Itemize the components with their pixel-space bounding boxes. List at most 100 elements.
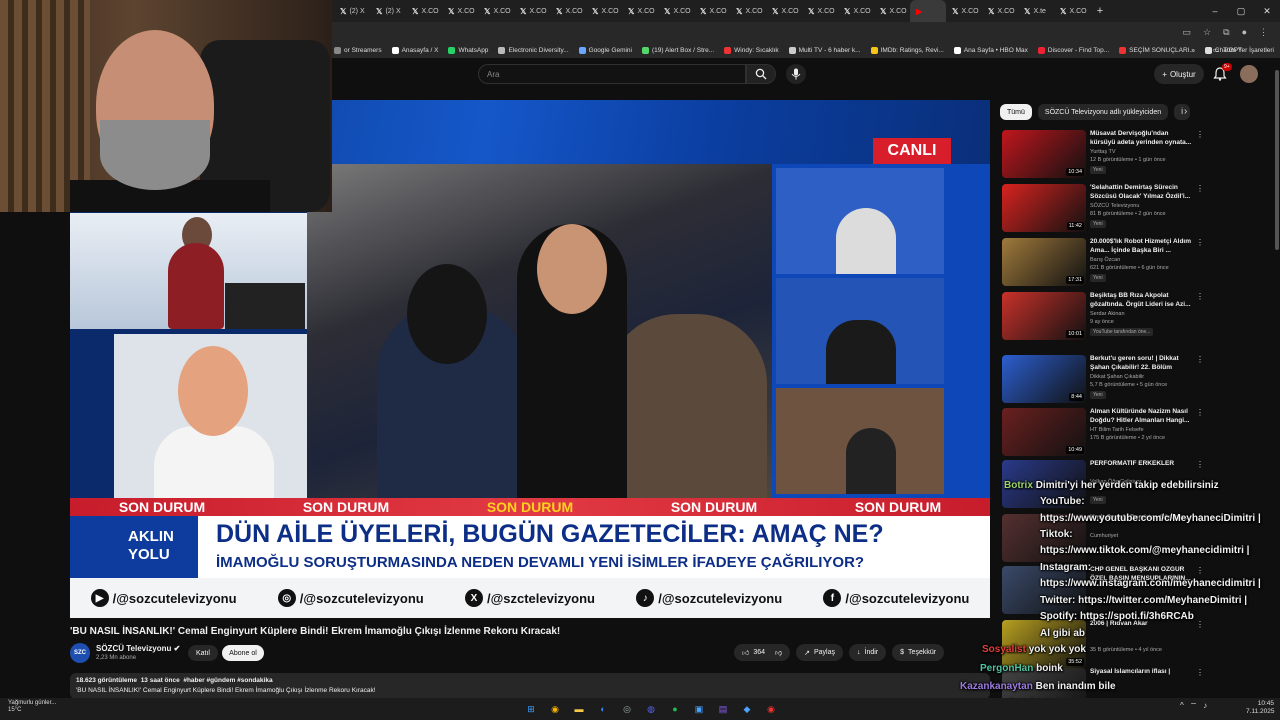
join-button[interactable]: Katıl xyxy=(188,645,218,661)
browser-tab[interactable]: 𝕏 X.CO xyxy=(550,0,586,22)
video-thumbnail[interactable]: 8:44 xyxy=(1002,355,1086,403)
more-options-icon[interactable]: ⋮ xyxy=(1196,184,1204,193)
bookmark-item[interactable]: or Streamers xyxy=(334,46,382,54)
description-box[interactable]: 18.623 görüntüleme 13 saat önce #haber #… xyxy=(70,673,990,699)
extensions-icon[interactable]: ⧉ xyxy=(1223,27,1229,38)
scrollbar-thumb[interactable] xyxy=(1275,70,1279,250)
browser-tab[interactable]: 𝕏 X.CO xyxy=(946,0,982,22)
bookmark-item[interactable]: WhatsApp xyxy=(448,46,488,54)
more-options-icon[interactable]: ⋮ xyxy=(1196,238,1204,247)
browser-tab[interactable]: 𝕏 X.CO xyxy=(982,0,1018,22)
browser-tab[interactable]: 𝕏 X.CO xyxy=(586,0,622,22)
browser-tab[interactable]: 𝕏 X.CO xyxy=(514,0,550,22)
obs-icon[interactable]: ◉ xyxy=(762,700,780,718)
profile-icon[interactable]: ● xyxy=(1242,27,1247,37)
bookmark-item[interactable]: Multi TV - 6 haber k... xyxy=(788,46,861,54)
app-icon[interactable]: ◆ xyxy=(738,700,756,718)
bookmark-item[interactable]: Google Gemini xyxy=(578,46,632,54)
browser-tab[interactable]: 𝕏 X.CO xyxy=(406,0,442,22)
page-scrollbar[interactable] xyxy=(1274,60,1280,698)
channel-name-text[interactable]: SÖZCÜ Televizyonu xyxy=(96,644,171,653)
close-window-button[interactable]: ✕ xyxy=(1254,0,1280,22)
share-button[interactable]: ↗ Paylaş xyxy=(796,644,844,661)
more-options-icon[interactable]: ⋮ xyxy=(1196,292,1204,301)
chevron-right-icon[interactable]: › xyxy=(1184,106,1187,117)
more-options-icon[interactable]: ⋮ xyxy=(1196,130,1204,139)
thumbs-down-icon[interactable]: 👎︎ xyxy=(775,648,782,657)
chevron-up-icon[interactable]: ^ xyxy=(1180,701,1184,711)
bookmark-item[interactable]: Electronic Diversity... xyxy=(498,46,569,54)
network-icon[interactable]: ⌔ xyxy=(1190,701,1198,711)
recommended-video[interactable]: 10:01 Beşiktaş BB Rıza Akpolat gözaltında… xyxy=(1002,292,1204,342)
chip-from-uploader[interactable]: SÖZCÜ Televizyonu adlı yükleyiciden xyxy=(1037,104,1169,120)
chip-all[interactable]: Tümü xyxy=(1000,104,1032,120)
bookmark-item[interactable]: Ana Sayfa • HBO Max xyxy=(953,46,1028,54)
channel-name[interactable]: SÖZCÜ Televizyonu ✔ xyxy=(96,644,180,653)
browser-tab[interactable]: 𝕏 X.te xyxy=(1018,0,1054,22)
file-explorer-icon[interactable]: ▬ xyxy=(570,700,588,718)
download-button[interactable]: ↓ İndir xyxy=(849,644,887,661)
chip-more[interactable]: İ xyxy=(1174,104,1191,120)
account-avatar[interactable] xyxy=(1240,65,1258,83)
weather-widget[interactable]: Yağmurlu günler... 15°C xyxy=(8,700,56,714)
search-button[interactable] xyxy=(746,64,776,84)
new-tab-button[interactable]: + xyxy=(1090,5,1110,17)
browser-tab[interactable]: 𝕏 (2) X xyxy=(370,0,406,22)
bookmark-item[interactable]: IMDb: Ratings, Revi... xyxy=(870,46,944,54)
bookmark-item[interactable]: Anasayfa / X xyxy=(391,46,438,54)
browser-tab[interactable]: 𝕏 X.CO xyxy=(802,0,838,22)
browser-tab[interactable]: 𝕏 X.CO xyxy=(442,0,478,22)
steam-icon[interactable]: ◎ xyxy=(618,700,636,718)
chrome-icon[interactable]: ◉ xyxy=(546,700,564,718)
channel-avatar[interactable]: SZC xyxy=(70,643,90,663)
volume-icon[interactable]: ♪ xyxy=(1203,701,1207,711)
app-icon[interactable]: ▣ xyxy=(690,700,708,718)
browser-tab[interactable]: ▶ xyxy=(910,0,946,22)
all-bookmarks-link[interactable]: Tüm Yer İşaretleri xyxy=(1223,47,1274,54)
recommended-video[interactable]: 10:49 Alman Kültüründe Nazizm Nasıl Doğdu… xyxy=(1002,408,1204,458)
browser-tab[interactable]: 𝕏 X.CO xyxy=(874,0,910,22)
browser-tab[interactable]: 𝕏 X.CO xyxy=(694,0,730,22)
discord-icon[interactable]: ◍ xyxy=(642,700,660,718)
video-thumbnail[interactable]: 10:01 xyxy=(1002,292,1086,340)
video-thumbnail[interactable]: 17:31 xyxy=(1002,238,1086,286)
start-icon[interactable]: ⊞ xyxy=(522,700,540,718)
recommended-video[interactable]: 10:34 Müsavat Dervişoğlu'ndan kürsüyü ade… xyxy=(1002,130,1204,180)
voice-search-button[interactable] xyxy=(786,64,806,84)
browser-tab[interactable]: 𝕏 X.CO xyxy=(838,0,874,22)
menu-icon[interactable]: ⋮ xyxy=(1259,27,1268,38)
search-input[interactable]: Ara xyxy=(478,64,746,84)
bookmark-item[interactable]: Windy: Sıcaklık xyxy=(724,46,779,54)
browser-tab[interactable]: 𝕏 X.CO xyxy=(658,0,694,22)
more-options-icon[interactable]: ⋮ xyxy=(1196,460,1204,469)
taskbar-clock[interactable]: 10:45 7.11.2025 xyxy=(1246,700,1274,716)
subscribe-button[interactable]: Abone ol xyxy=(222,645,264,661)
video-thumbnail[interactable]: 10:49 xyxy=(1002,408,1086,456)
recommended-video[interactable]: 11:42 'Selahattin Demirtaş Sürecin Sözcüs… xyxy=(1002,184,1204,234)
video-thumbnail[interactable]: 10:34 xyxy=(1002,130,1086,178)
create-button[interactable]: + Oluştur xyxy=(1154,64,1204,84)
browser-tab[interactable]: 𝕏 X.CO xyxy=(1054,0,1090,22)
video-thumbnail[interactable]: 11:42 xyxy=(1002,184,1086,232)
browser-tab[interactable]: 𝕏 X.CO xyxy=(730,0,766,22)
bookmark-star-icon[interactable]: ☆ xyxy=(1203,27,1211,38)
browser-tab[interactable]: 𝕏 X.CO xyxy=(622,0,658,22)
like-button[interactable]: 👍︎ 364 👎︎ xyxy=(734,644,791,661)
app-icon[interactable]: ▤ xyxy=(714,700,732,718)
cast-icon[interactable]: ▭ xyxy=(1183,27,1192,38)
minimize-button[interactable]: – xyxy=(1202,0,1228,22)
thanks-button[interactable]: $ Teşekkür xyxy=(892,644,945,661)
browser-tab[interactable]: 𝕏 (2) X xyxy=(334,0,370,22)
recommended-video[interactable]: 8:44 Berkut'u geren soru! | Dikkat Şahan … xyxy=(1002,355,1204,405)
browser-tab[interactable]: 𝕏 X.CO xyxy=(478,0,514,22)
recommended-video[interactable]: 17:31 20.000$'lık Robot Hizmetçi Aldım Am… xyxy=(1002,238,1204,288)
browser-tab[interactable]: 𝕏 X.CO xyxy=(766,0,802,22)
spotify-icon[interactable]: ● xyxy=(666,700,684,718)
maximize-button[interactable]: ▢ xyxy=(1228,0,1254,22)
bookmarks-more-button[interactable]: » xyxy=(1191,47,1195,54)
bookmark-item[interactable]: SEÇİM SONUÇLARI... xyxy=(1119,46,1195,54)
more-options-icon[interactable]: ⋮ xyxy=(1196,408,1204,417)
edge-icon[interactable]: ◐ xyxy=(594,700,612,718)
bookmark-item[interactable]: Discover - Find Top... xyxy=(1037,46,1109,54)
hashtags[interactable]: #haber #gündem #sondakika xyxy=(183,677,272,684)
